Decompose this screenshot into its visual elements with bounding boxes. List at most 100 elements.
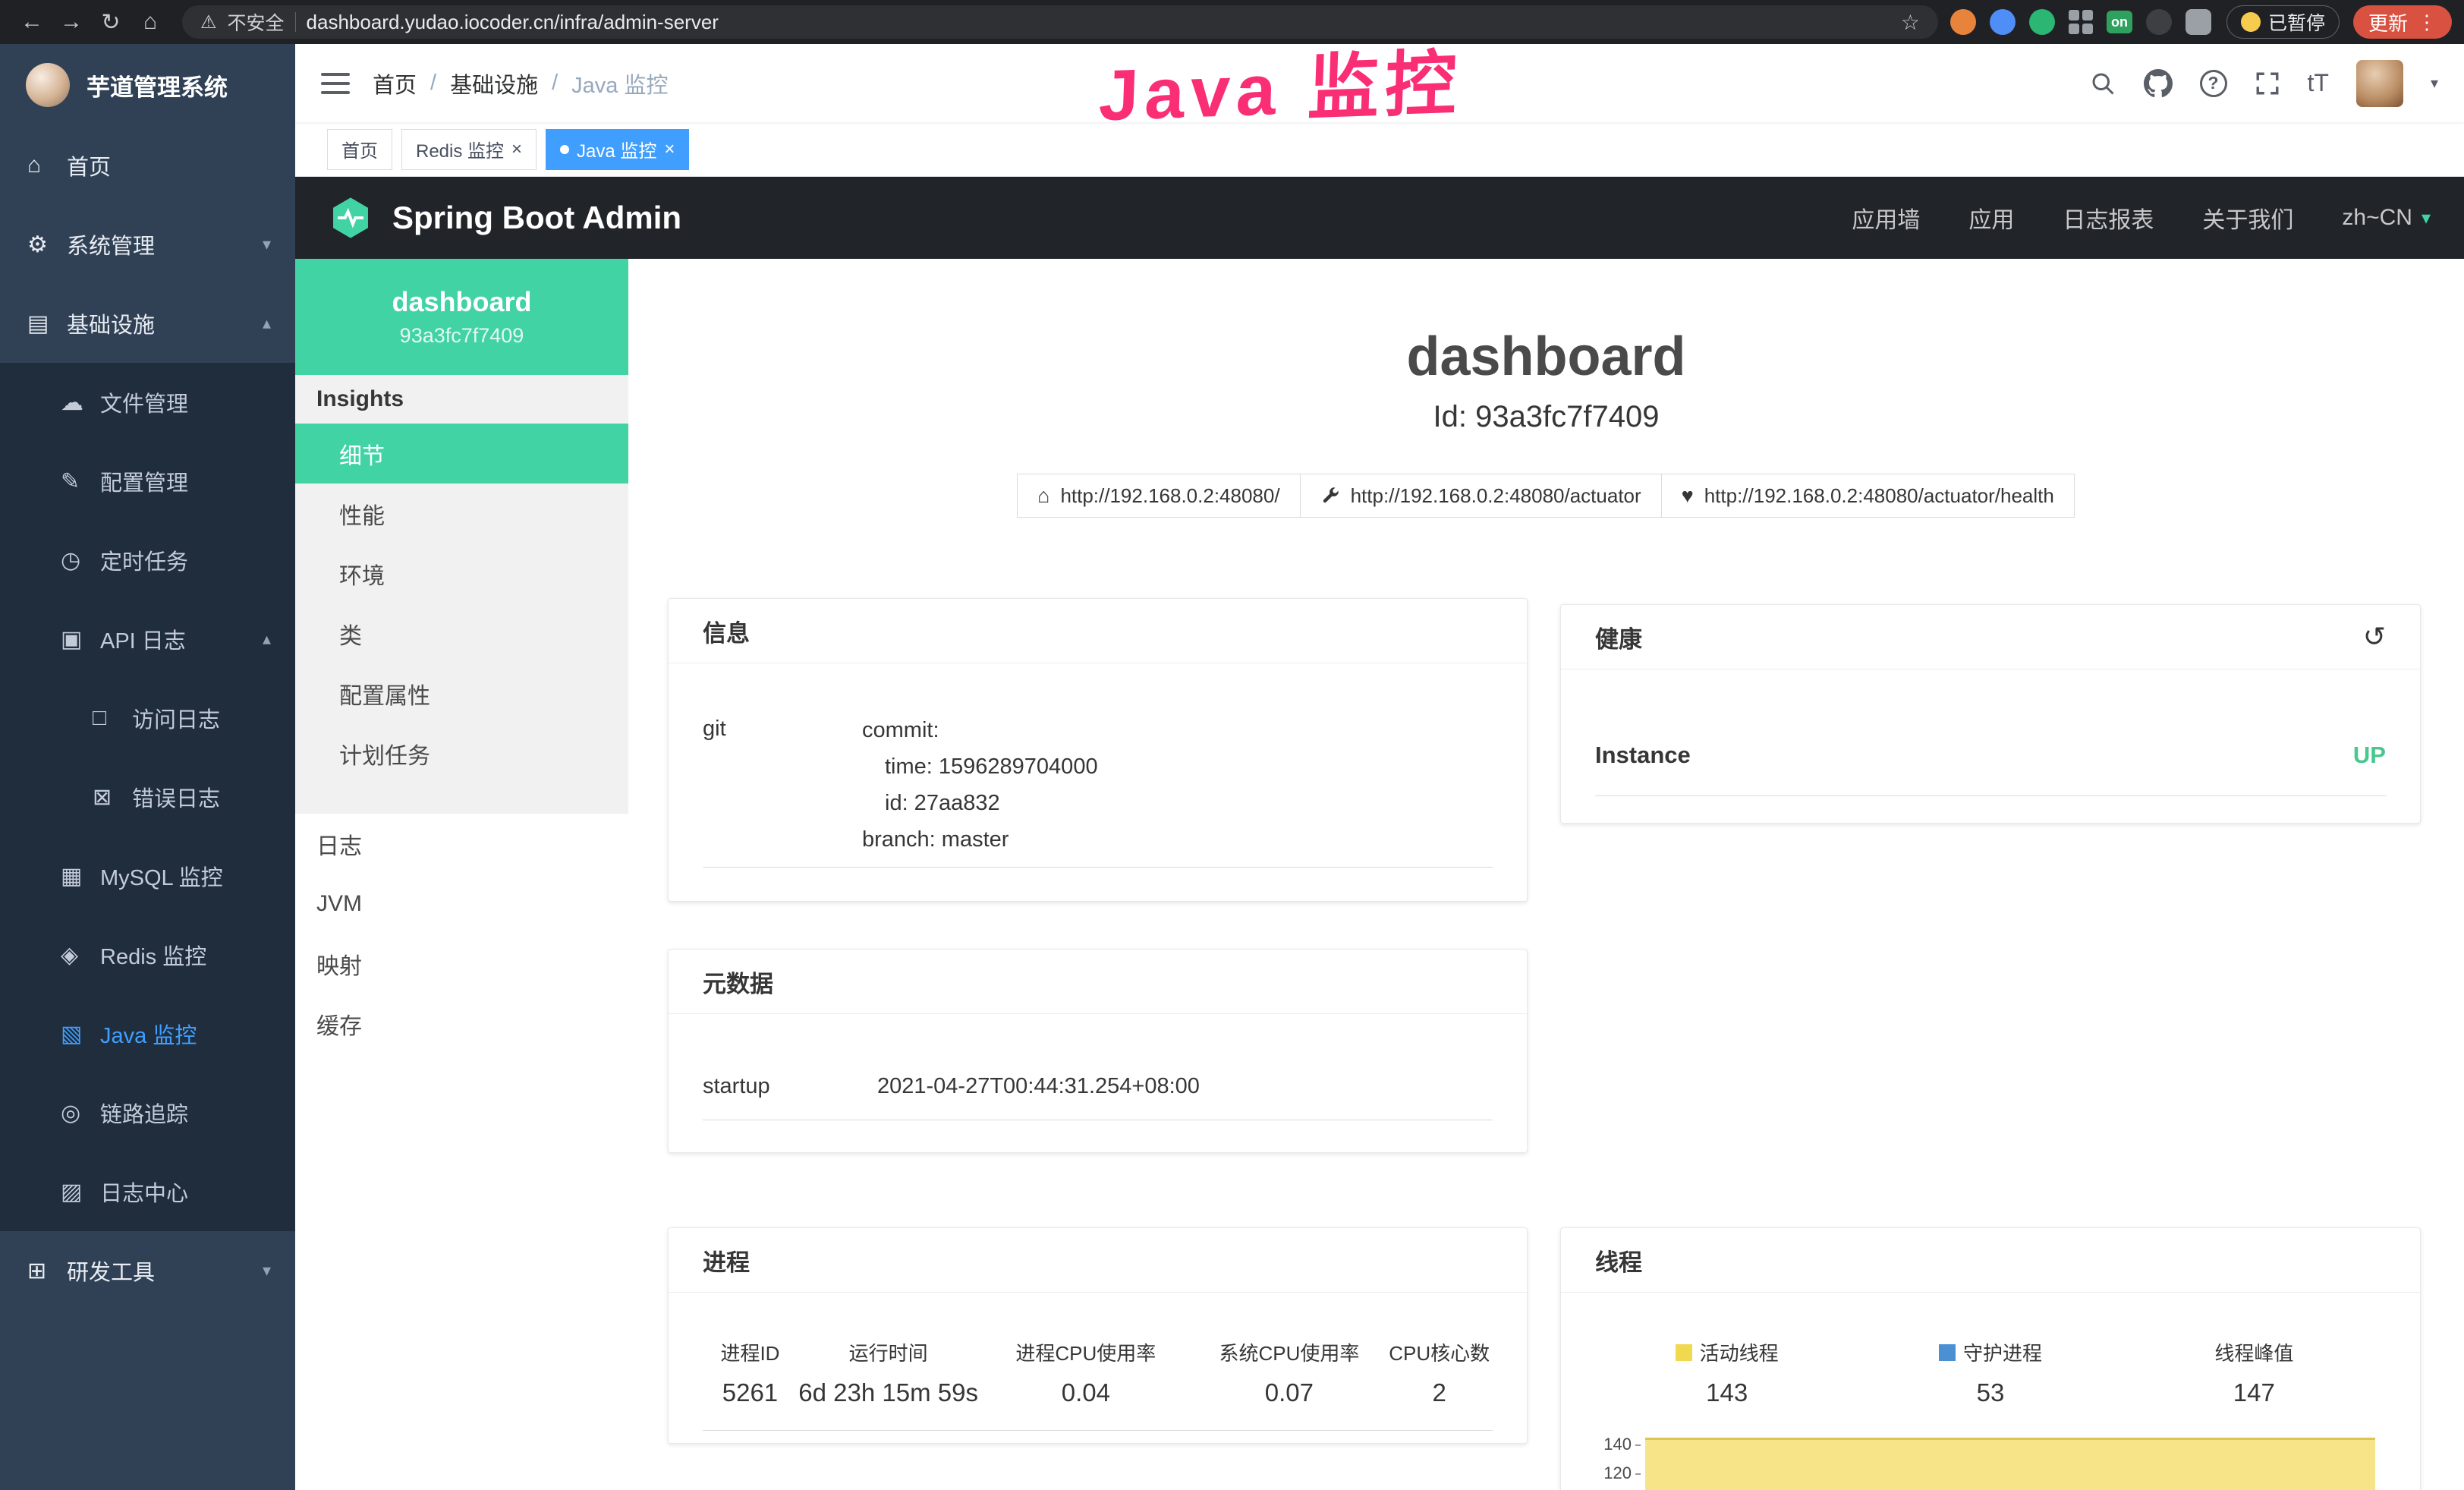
- health-card: 健康 ↺ Instance UP: [1560, 604, 2421, 824]
- health-url-link[interactable]: ♥ http://192.168.0.2:48080/actuator/heal…: [1661, 474, 2075, 518]
- actuator-url-link[interactable]: http://192.168.0.2:48080/actuator: [1300, 474, 1662, 518]
- emoji-face-icon: [2241, 12, 2261, 32]
- warning-icon: ⚠: [200, 11, 217, 33]
- github-icon[interactable]: [2144, 69, 2173, 98]
- sidebar-item-home[interactable]: ⌂ 首页: [0, 126, 295, 205]
- breadcrumb-infrastructure[interactable]: 基础设施: [450, 68, 538, 99]
- active-threads-area: [1645, 1438, 2375, 1490]
- sba-nav-journal[interactable]: 日志报表: [2063, 201, 2154, 235]
- timer-icon: ◷: [61, 547, 100, 574]
- fullscreen-icon[interactable]: [2255, 71, 2280, 96]
- extension-icon[interactable]: [2029, 9, 2055, 35]
- sidebar-item-scheduled-task[interactable]: ◷ 定时任务: [0, 521, 295, 600]
- active-threads-swatch: [1676, 1344, 1692, 1361]
- user-avatar[interactable]: [2356, 60, 2403, 107]
- sidebar-item-config-manage[interactable]: ✎ 配置管理: [0, 442, 295, 521]
- address-bar[interactable]: ⚠ 不安全 dashboard.yudao.iocoder.cn/infra/a…: [182, 5, 1938, 39]
- forward-icon[interactable]: →: [52, 9, 91, 35]
- chrome-update-button[interactable]: 更新 ⋮: [2353, 5, 2452, 39]
- sba-item-environment[interactable]: 环境: [295, 543, 628, 603]
- tools-icon: ⊞: [27, 1258, 67, 1284]
- sba-nav-applications[interactable]: 应用: [1968, 201, 2014, 235]
- info-card-title: 信息: [669, 599, 1527, 663]
- sidebar-item-access-log[interactable]: □ 访问日志: [0, 679, 295, 758]
- service-url-link[interactable]: ⌂ http://192.168.0.2:48080/: [1017, 474, 1300, 518]
- close-icon[interactable]: ×: [511, 139, 522, 160]
- sba-item-config-props[interactable]: 配置属性: [295, 663, 628, 723]
- sidebar-item-error-log[interactable]: ⊠ 错误日志: [0, 758, 295, 836]
- locale-selector[interactable]: zh~CN ▾: [2342, 205, 2431, 231]
- sidebar-item-dev-tools[interactable]: ⊞ 研发工具 ▾: [0, 1231, 295, 1310]
- tab-home[interactable]: 首页: [327, 129, 392, 170]
- tab-redis-monitor[interactable]: Redis 监控 ×: [401, 129, 537, 170]
- help-icon[interactable]: ?: [2200, 70, 2227, 97]
- hamburger-icon[interactable]: [321, 73, 350, 94]
- font-size-icon[interactable]: tT: [2308, 69, 2329, 97]
- kebab-menu-icon[interactable]: ⋮: [2417, 11, 2437, 34]
- sba-item-scheduled-tasks[interactable]: 计划任务: [295, 723, 628, 783]
- chevron-down-icon[interactable]: ▾: [2431, 74, 2438, 93]
- extensions-row: on: [1950, 9, 2211, 35]
- legend-item: 守护进程 53: [1858, 1338, 2122, 1407]
- info-key: git: [703, 712, 862, 858]
- extension-icon[interactable]: [1990, 9, 2016, 35]
- sidebar-item-mysql-monitor[interactable]: ▦ MySQL 监控: [0, 836, 295, 915]
- home-icon[interactable]: ⌂: [131, 9, 170, 35]
- search-icon[interactable]: [2089, 70, 2116, 97]
- cards-grid: 信息 git commit: time: 1596289704000 id: 2…: [628, 598, 2464, 1490]
- page-title: dashboard: [628, 326, 2464, 388]
- access-log-icon: □: [93, 705, 132, 731]
- app-logo: 芋道管理系统: [0, 44, 295, 126]
- logo-title: 芋道管理系统: [87, 68, 228, 102]
- y-axis: 140 120 100: [1595, 1430, 1641, 1490]
- sba-item-mappings[interactable]: 映射: [295, 934, 628, 994]
- sidebar-item-api-log[interactable]: ▣ API 日志 ▴: [0, 600, 295, 679]
- cards-right-column: 健康 ↺ Instance UP 线程: [1560, 598, 2421, 1490]
- sba-nav-about[interactable]: 关于我们: [2202, 201, 2293, 235]
- log-center-icon: ▨: [61, 1179, 100, 1205]
- extension-grid-icon[interactable]: [2069, 10, 2093, 34]
- process-col: 系统CPU使用率 0.07: [1192, 1338, 1386, 1407]
- metadata-value: 2021-04-27T00:44:31.254+08:00: [877, 1074, 1200, 1099]
- sba-nav-wallboard[interactable]: 应用墙: [1852, 201, 1920, 235]
- sba-sidebar: dashboard 93a3fc7f7409 Insights 细节 性能 环境…: [295, 259, 628, 1490]
- sba-item-logging[interactable]: 日志: [295, 814, 628, 874]
- divider: [295, 12, 296, 32]
- sidebar-item-java-monitor[interactable]: ▧ Java 监控: [0, 994, 295, 1073]
- sidebar-item-file-manage[interactable]: ☁ 文件管理: [0, 363, 295, 442]
- trace-icon: ◎: [61, 1100, 100, 1126]
- close-icon[interactable]: ×: [664, 139, 675, 160]
- insights-group: Insights 细节 性能 环境 类 配置属性 计划任务: [295, 375, 628, 814]
- sidebar-item-system[interactable]: ⚙ 系统管理 ▾: [0, 205, 295, 284]
- sba-item-details[interactable]: 细节: [295, 424, 628, 484]
- sba-item-metrics[interactable]: 性能: [295, 484, 628, 543]
- breadcrumb-home[interactable]: 首页: [373, 68, 417, 99]
- legend-item: 线程峰值 147: [2123, 1338, 2386, 1407]
- sidebar-item-log-center[interactable]: ▨ 日志中心: [0, 1152, 295, 1231]
- back-icon[interactable]: ←: [12, 9, 52, 35]
- sidebar-item-trace[interactable]: ◎ 链路追踪: [0, 1073, 295, 1152]
- chevron-up-icon: ▴: [263, 629, 271, 649]
- sidebar-item-infrastructure[interactable]: ▤ 基础设施 ▴: [0, 284, 295, 363]
- sba-item-classes[interactable]: 类: [295, 603, 628, 663]
- extension-icon[interactable]: [1950, 9, 1976, 35]
- paused-badge[interactable]: 已暂停: [2226, 5, 2340, 39]
- sba-main: dashboard Id: 93a3fc7f7409 ⌂ http://192.…: [628, 259, 2464, 1490]
- url-text[interactable]: dashboard.yudao.iocoder.cn/infra/admin-s…: [307, 11, 719, 34]
- puzzle-extensions-icon[interactable]: [2186, 9, 2211, 35]
- extension-icon[interactable]: [2146, 9, 2172, 35]
- daemon-threads-swatch: [1939, 1344, 1956, 1361]
- sba-item-jvm[interactable]: JVM: [295, 874, 628, 934]
- bookmark-star-icon[interactable]: ☆: [1901, 10, 1920, 35]
- sba-root-items: 日志 JVM 映射 缓存: [295, 814, 628, 1054]
- extension-on-icon[interactable]: on: [2107, 11, 2132, 33]
- tab-java-monitor[interactable]: Java 监控 ×: [546, 129, 689, 170]
- sba-item-caches[interactable]: 缓存: [295, 994, 628, 1054]
- process-card-title: 进程: [669, 1228, 1527, 1293]
- reload-icon[interactable]: ↻: [91, 9, 131, 36]
- info-card-body: git commit: time: 1596289704000 id: 27aa…: [669, 663, 1527, 868]
- process-table: 进程ID 5261 运行时间 6d 23h 15m 59s 进程CPU使用率 0…: [703, 1293, 1493, 1431]
- sidebar-item-redis-monitor[interactable]: ◈ Redis 监控: [0, 915, 295, 994]
- history-icon[interactable]: ↺: [2363, 621, 2386, 653]
- file-cloud-icon: ☁: [61, 389, 100, 416]
